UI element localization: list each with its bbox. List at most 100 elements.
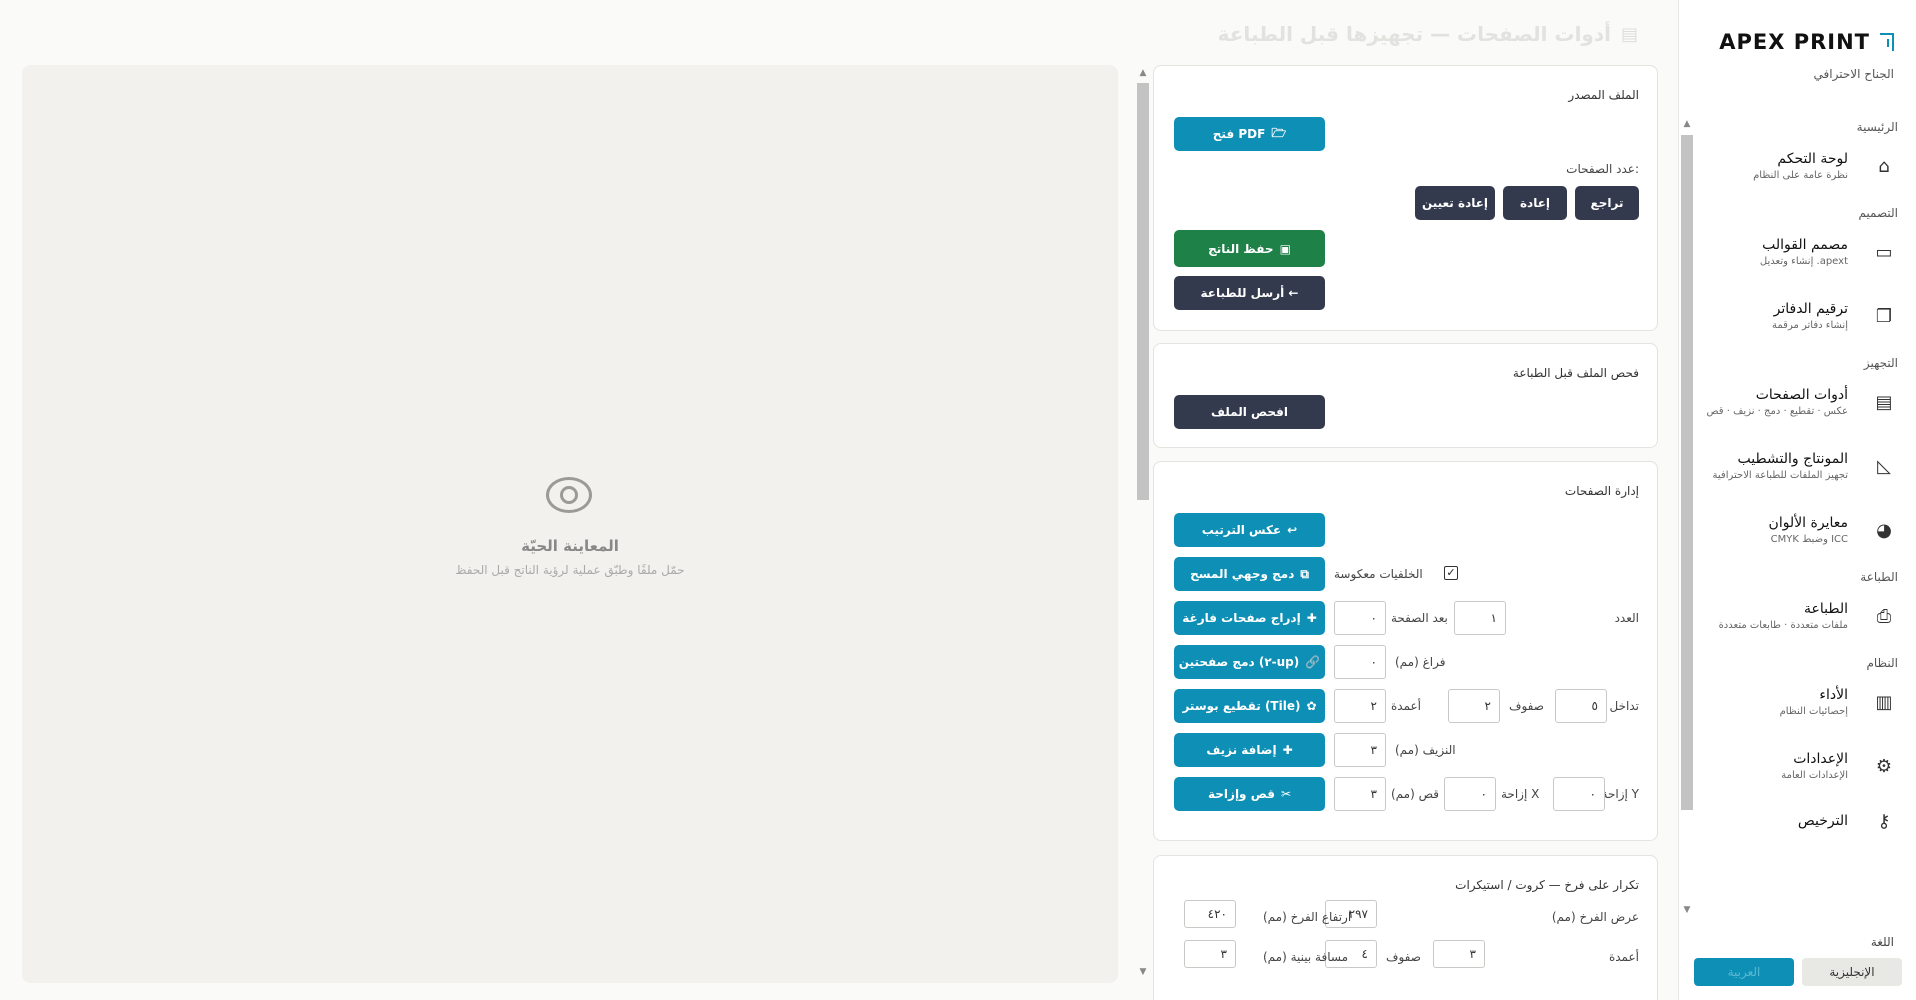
button-label: قص وإزاحة xyxy=(1208,787,1275,801)
sidebar-item-label: الطباعة xyxy=(1804,601,1848,617)
open-pdf-button[interactable]: فتح PDF 🗁 xyxy=(1174,117,1325,151)
card-title: إدارة الصفحات xyxy=(1564,484,1639,498)
sidebar-item-desc: عكس · تقطيع · دمج · نزيف · قص xyxy=(1706,406,1849,417)
button-label: تقطيع بوستر (Tile) xyxy=(1182,699,1301,713)
link-icon: 🔗 xyxy=(1305,655,1321,669)
sidebar-item-label: الترخيص xyxy=(1797,813,1848,829)
crop-shift-button[interactable]: قص وإزاحة ✂ xyxy=(1174,777,1325,811)
gap-input[interactable]: ٠ xyxy=(1334,645,1386,679)
save-icon: ▣ xyxy=(1279,241,1291,256)
check-file-button[interactable]: افحص الملف xyxy=(1174,395,1325,429)
sidebar-item-performance[interactable]: ▥ الأداء إحصائيات النظام xyxy=(1692,670,1916,734)
page-count-label: عدد الصفحات: xyxy=(1566,162,1639,176)
preflight-card: فحص الملف قبل الطباعة افحص الملف xyxy=(1153,343,1658,448)
button-label: عكس الترتيب xyxy=(1201,523,1282,537)
button-label: حفظ الناتج xyxy=(1208,241,1274,256)
crop-input[interactable]: ٣ xyxy=(1334,777,1386,811)
reverse-order-button[interactable]: عكس الترتيب ↩ xyxy=(1174,513,1325,547)
undo-button[interactable]: تراجع xyxy=(1575,186,1639,220)
sidebar-item-license[interactable]: ⚷ الترخيص xyxy=(1692,798,1916,844)
add-bleed-button[interactable]: إضافة نزيف ✚ xyxy=(1174,733,1325,767)
home-icon: ⌂ xyxy=(1878,155,1890,177)
rows-input[interactable]: ٢ xyxy=(1448,689,1500,723)
return-arrow-icon: ↩ xyxy=(1287,523,1298,537)
sidebar-item-label: المونتاج والتشطيب xyxy=(1737,451,1848,467)
nav-section-system: النظام xyxy=(1866,656,1898,670)
repeat-cols-input[interactable]: ٣ xyxy=(1433,940,1485,968)
card-title: تكرار على فرخ — كروت / استيكرات xyxy=(1455,878,1639,892)
sidebar-item-printing[interactable]: ⎙ الطباعة ملفات متعددة · طابعات متعددة xyxy=(1692,584,1916,648)
reset-button[interactable]: إعادة تعيين xyxy=(1415,186,1495,220)
after-page-label: بعد الصفحة xyxy=(1391,611,1448,625)
overlap-label: تداخل xyxy=(1609,699,1639,713)
sidebar-item-numbering[interactable]: ❐ ترقيم الدفاتر إنشاء دفاتر مرقمة xyxy=(1692,284,1916,348)
sidebar-nav: الرئيسية ⌂ لوحة التحكم نظرة عامة على الن… xyxy=(1692,112,1916,844)
sidebar-scroll-down-icon[interactable]: ▼ xyxy=(1681,904,1693,916)
panel-scroll-down-icon[interactable]: ▼ xyxy=(1137,966,1149,978)
repeat-sheet-card: تكرار على فرخ — كروت / استيكرات عرض الفر… xyxy=(1153,855,1658,1000)
page-title: أدوات الصفحات — تجهيزها قبل الطباعة xyxy=(1217,22,1611,46)
button-label: افحص الملف xyxy=(1210,405,1289,419)
cols-label: أعمدة xyxy=(1391,699,1422,713)
scissors-icon: ✂ xyxy=(1280,787,1291,801)
sidebar-item-label: أدوات الصفحات xyxy=(1755,387,1848,403)
panel-scrollbar[interactable] xyxy=(1137,83,1149,500)
puzzle-icon: ✿ xyxy=(1306,699,1317,713)
preview-title: المعاينة الحيّة xyxy=(521,537,619,555)
backs-reversed-label: الخلفيات معكوسة xyxy=(1334,567,1423,581)
ruler-icon: ◺ xyxy=(1877,455,1891,477)
two-up-button[interactable]: دمج صفحتين (٢-up) 🔗 xyxy=(1174,645,1325,679)
preview-subtitle: حمّل ملفًا وطبّق عملية لرؤية الناتج قبل … xyxy=(455,563,685,577)
sidebar-item-dashboard[interactable]: ⌂ لوحة التحكم نظرة عامة على النظام xyxy=(1692,134,1916,198)
count-input[interactable]: ١ xyxy=(1454,601,1506,635)
sheet-height-input[interactable]: ٤٢٠ xyxy=(1184,900,1236,928)
panel-scroll-up-icon[interactable]: ▲ xyxy=(1137,67,1149,79)
shift-x-input[interactable]: ٠ xyxy=(1444,777,1496,811)
toolbox-icon: ▤ xyxy=(1620,23,1638,45)
merge-icon: ⧉ xyxy=(1300,566,1309,581)
sidebar-item-desc: نظرة عامة على النظام xyxy=(1753,170,1848,181)
repeat-cols-label: أعمدة xyxy=(1608,950,1639,964)
sidebar-item-desc: الإعدادات العامة xyxy=(1781,770,1848,781)
redo-button[interactable]: إعادة xyxy=(1503,186,1567,220)
card-title: الملف المصدر xyxy=(1568,88,1639,102)
button-label: إضافة نزيف xyxy=(1206,743,1277,757)
language-arabic-button[interactable]: العربية xyxy=(1694,958,1794,986)
after-page-input[interactable]: ٠ xyxy=(1334,601,1386,635)
sidebar: APEX PRINT الجناح الاحترافي ▲ ▼ الرئيسية… xyxy=(1678,0,1916,1000)
send-to-print-button[interactable]: أرسل للطباعة ← xyxy=(1174,276,1325,310)
save-output-button[interactable]: حفظ الناتج ▣ xyxy=(1174,230,1325,267)
page-header: ▤ أدوات الصفحات — تجهيزها قبل الطباعة xyxy=(1218,22,1638,46)
sidebar-item-color-calibration[interactable]: ◕ معايرة الألوان CMYK وضبط ICC xyxy=(1692,498,1916,562)
language-english-button[interactable]: الإنجليزية xyxy=(1802,958,1902,986)
backs-reversed-checkbox[interactable]: ✓ xyxy=(1444,566,1458,580)
insert-blank-pages-button[interactable]: إدراج صفحات فارغة ✚ xyxy=(1174,601,1325,635)
spacing-input[interactable]: ٣ xyxy=(1184,940,1236,968)
count-label: العدد xyxy=(1614,611,1639,625)
cols-input[interactable]: ٢ xyxy=(1334,689,1386,723)
sidebar-item-template-designer[interactable]: ▭ مصمم القوالب إنشاء وتعديل .apext xyxy=(1692,220,1916,284)
button-label: دمج صفحتين (٢-up) xyxy=(1178,655,1300,669)
sidebar-item-label: معايرة الألوان xyxy=(1768,515,1848,531)
bleed-input[interactable]: ٣ xyxy=(1334,733,1386,767)
source-file-card: الملف المصدر فتح PDF 🗁 عدد الصفحات: تراج… xyxy=(1153,65,1658,331)
overlap-input[interactable]: ٥ xyxy=(1555,689,1607,723)
sidebar-item-desc: إحصائيات النظام xyxy=(1779,706,1848,717)
rows-label: صفوف xyxy=(1509,699,1544,713)
card-title: فحص الملف قبل الطباعة xyxy=(1512,366,1639,380)
sidebar-item-desc: CMYK وضبط ICC xyxy=(1770,534,1848,545)
toolbox-icon: ▤ xyxy=(1875,391,1893,413)
repeat-rows-label: صفوف xyxy=(1386,950,1421,964)
brand-logo-icon xyxy=(1880,33,1894,51)
sidebar-item-desc: إنشاء دفاتر مرقمة xyxy=(1772,320,1848,331)
sidebar-item-settings[interactable]: ⚙ الإعدادات الإعدادات العامة xyxy=(1692,734,1916,798)
sidebar-item-label: الإعدادات xyxy=(1793,751,1848,767)
sidebar-item-page-tools[interactable]: ▤ أدوات الصفحات عكس · تقطيع · دمج · نزيف… xyxy=(1692,370,1916,434)
brand-name: APEX PRINT xyxy=(1719,30,1870,54)
button-label: إدراج صفحات فارغة xyxy=(1182,611,1301,625)
sidebar-item-imposition[interactable]: ◺ المونتاج والتشطيب تجهيز الملفات للطباع… xyxy=(1692,434,1916,498)
merge-scan-sides-button[interactable]: دمج وجهي المسح ⧉ xyxy=(1174,557,1325,591)
shift-y-input[interactable]: ٠ xyxy=(1553,777,1605,811)
tile-poster-button[interactable]: تقطيع بوستر (Tile) ✿ xyxy=(1174,689,1325,723)
sidebar-item-label: الأداء xyxy=(1819,687,1848,703)
